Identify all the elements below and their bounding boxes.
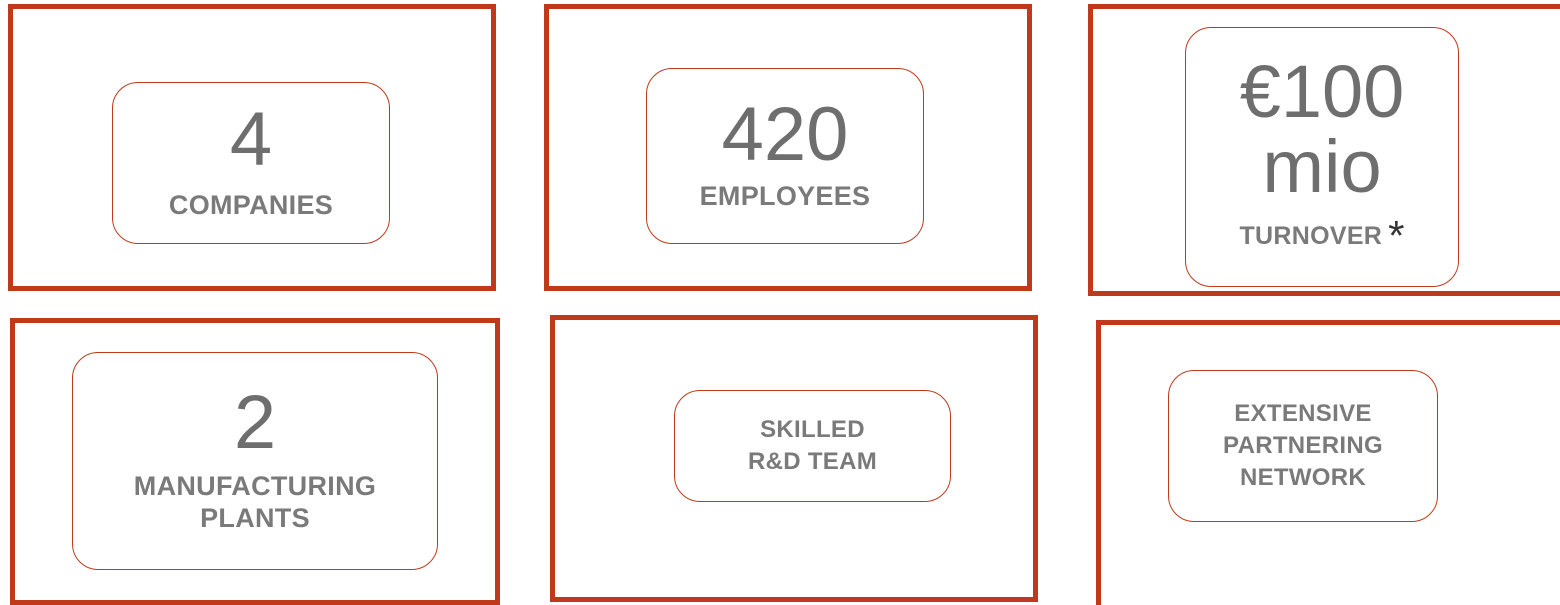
rd-team-label-line1: SKILLED [760, 416, 865, 443]
card-plants: 2 MANUFACTURING PLANTS [72, 352, 438, 570]
companies-label: COMPANIES [168, 190, 334, 220]
card-turnover: €100 mio TURNOVER * [1185, 27, 1459, 287]
network-label-line1: EXTENSIVE [1234, 400, 1372, 427]
employees-label: EMPLOYEES [699, 181, 871, 211]
plants-value: 2 [233, 380, 277, 465]
turnover-label-row: TURNOVER * [1239, 212, 1404, 260]
plants-label-line2: PLANTS [200, 503, 310, 533]
network-label-line2: PARTNERING [1223, 432, 1383, 459]
turnover-label: TURNOVER [1239, 222, 1383, 250]
card-employees: 420 EMPLOYEES [646, 68, 924, 244]
rd-team-label-line2: R&D TEAM [747, 448, 878, 475]
turnover-footnote-mark: * [1388, 212, 1405, 259]
turnover-unit: mio [1262, 125, 1382, 208]
employees-value: 420 [721, 92, 849, 177]
turnover-value: €100 [1239, 50, 1405, 133]
card-rd-team: SKILLED R&D TEAM [674, 390, 951, 502]
card-network: EXTENSIVE PARTNERING NETWORK [1168, 370, 1438, 522]
companies-value: 4 [229, 97, 273, 182]
card-companies: 4 COMPANIES [112, 82, 390, 244]
plants-label-line1: MANUFACTURING [133, 471, 377, 501]
key-figures-page: 4 COMPANIES 420 EMPLOYEES €100 mio TURNO… [0, 0, 1560, 605]
network-label-line3: NETWORK [1239, 464, 1367, 491]
